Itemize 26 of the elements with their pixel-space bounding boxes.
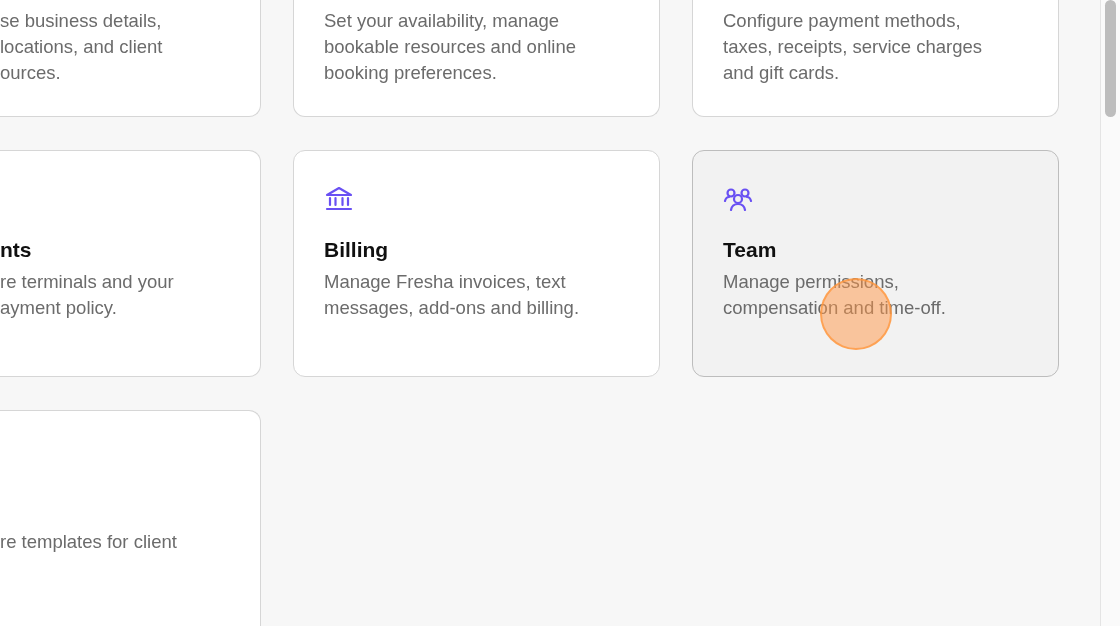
card-description: se business details, <box>0 9 162 33</box>
scrollbar-thumb[interactable] <box>1105 0 1116 117</box>
people-icon <box>723 187 753 211</box>
card-description: Set your availability, manage <box>324 9 560 33</box>
settings-card[interactable]: se business details, locations, and client ources. <box>0 0 261 117</box>
card-description: Configure payment methods, <box>723 9 961 33</box>
card-description: ayment policy. <box>0 296 117 320</box>
card-title: Billing <box>324 238 389 262</box>
card-description: bookable resources and online <box>324 35 576 59</box>
card-description: Manage Fresha invoices, text <box>324 270 566 294</box>
card-description: locations, and client <box>0 35 163 59</box>
settings-card[interactable]: re templates for client <box>0 410 261 626</box>
settings-card[interactable]: Billing Manage Fresha invoices, text messages, add-ons and billing. <box>293 150 660 377</box>
bank-icon <box>324 186 354 212</box>
card-description: booking preferences. <box>324 61 497 85</box>
card-description: taxes, receipts, service charges <box>723 35 983 59</box>
card-description: messages, add-ons and billing. <box>324 296 580 320</box>
card-description: ources. <box>0 61 61 85</box>
card-description: and gift cards. <box>723 61 840 85</box>
card-description: re templates for client <box>0 530 177 554</box>
card-description: re terminals and your <box>0 270 174 294</box>
card-title: Team <box>723 238 777 262</box>
settings-card[interactable]: Configure payment methods, taxes, receipts, service charges and gift cards. <box>692 0 1059 117</box>
card-title: nts <box>0 238 32 262</box>
settings-card[interactable]: Set your availability, manage bookable resources and online booking preferences. <box>293 0 660 117</box>
settings-card[interactable]: nts re terminals and your ayment policy. <box>0 150 261 377</box>
